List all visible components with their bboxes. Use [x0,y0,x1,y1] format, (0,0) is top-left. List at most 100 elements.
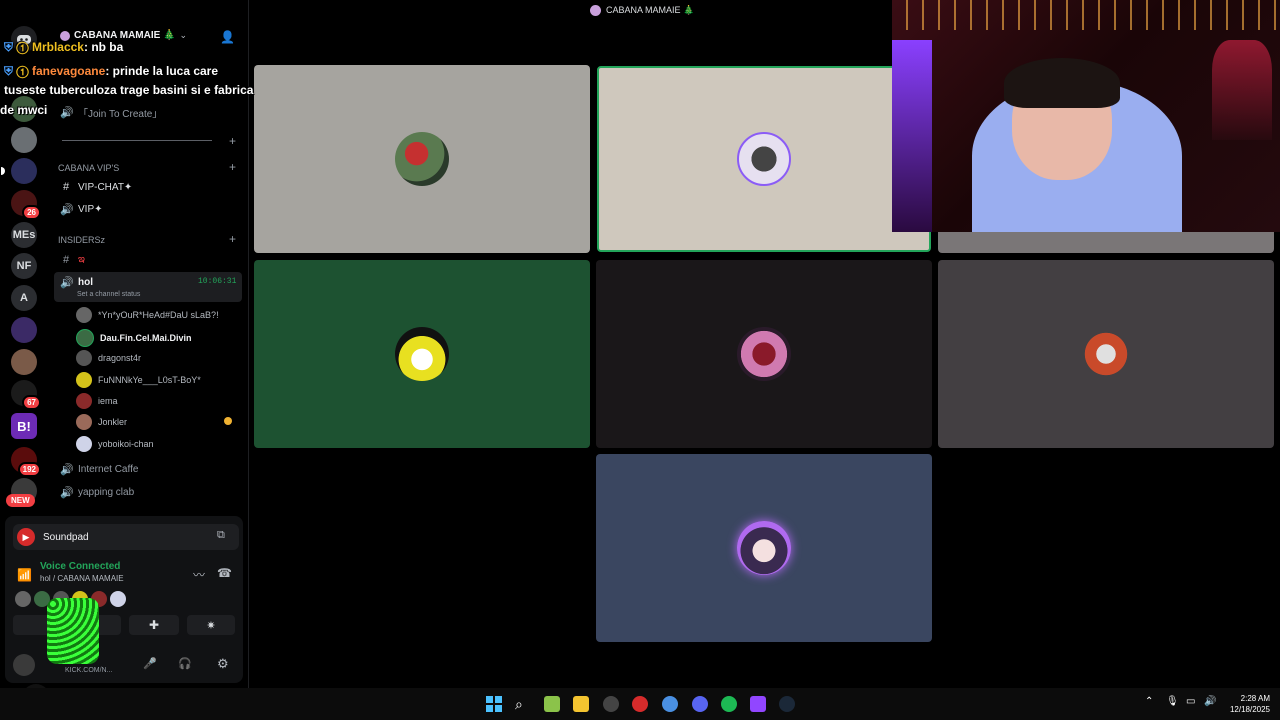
soundboard-button[interactable]: ✷ [187,615,235,635]
avatar [737,132,791,186]
voice-user[interactable]: iema [76,393,118,409]
server-icon-nf[interactable]: NF [11,253,37,279]
speaker-icon: 🔊 [60,277,74,289]
avatar [1079,327,1133,381]
voice-user[interactable]: FuNNNkYe___L0sT-BoY* [76,372,201,388]
overlay-sticker [47,598,99,664]
category-vip[interactable]: CABANA VIP'S [58,163,119,173]
server-icon[interactable]: 67 [11,380,41,410]
webcam-overlay [892,0,1280,232]
speaker-icon: 🔊 [60,107,74,119]
user-panel: ▶ Soundpad ⧉ 📶 Voice Connected hol / CAB… [5,516,243,683]
soundpad-label: Soundpad [43,531,89,543]
server-icon[interactable]: 192 [11,447,41,477]
apps-icon: ✚ [148,618,160,632]
server-icon[interactable] [1,158,37,184]
network-icon[interactable]: ▭ [1186,696,1195,707]
voice-channel-internet-caffe[interactable]: 🔊 Internet Caffe [60,463,138,476]
discord-icon[interactable] [692,696,708,712]
chrome-icon[interactable] [662,696,678,712]
chat-message-continued: de mwci [0,103,48,117]
participant-tile[interactable] [938,232,1274,253]
voice-user[interactable]: Jonkler [76,414,127,430]
app-icon[interactable] [544,696,560,712]
headphones-icon[interactable]: 🎧 [178,657,192,670]
notification-badge: 26 [22,205,41,220]
microphone-icon[interactable]: 🎤 [143,657,157,670]
text-channel-vip-chat[interactable]: # VIP-CHAT✦ [60,181,132,193]
participant-tile[interactable] [254,260,590,448]
noise-suppression-icon[interactable]: 〰 [193,566,205,583]
microphone-icon[interactable]: 🎙 [1166,696,1179,707]
voice-channel-hol[interactable]: 🔊 hol [60,276,93,289]
soundpad-activity[interactable]: ▶ Soundpad [13,524,239,550]
voice-user[interactable]: *Yn*yOuR*HeAd#DaU sLaB?! [76,307,219,323]
channel-status[interactable]: Set a channel status [77,291,140,298]
voice-connected-label[interactable]: Voice Connected [40,561,120,572]
participant-tile-speaking[interactable] [597,66,931,252]
volume-icon[interactable]: 🔊 [1204,696,1216,707]
steam-icon[interactable] [779,696,795,712]
christmas-tree [1212,40,1272,140]
chat-badge-icon: ① [16,64,29,78]
voice-channel-yapping-clab[interactable]: 🔊 yapping clab [60,486,134,499]
server-icon-a[interactable]: A [11,285,37,311]
new-badge: NEW [6,494,35,507]
participant-tile[interactable] [254,65,590,253]
voice-user[interactable]: dragonst4r [76,350,141,366]
windows-taskbar: ⌕ ⌃ 🎙 ▭ 🔊 2:28 AM 12/18/2025 [0,688,1280,720]
add-friend-icon[interactable]: 👤 [220,30,235,44]
chat-message: ⛨ ① fanevagoane: prinde la luca care [4,64,219,78]
obs-icon[interactable] [603,696,619,712]
participant-tile[interactable] [596,260,932,448]
voice-channel-vip[interactable]: 🔊 VIP✦ [60,203,103,216]
server-icon-b[interactable]: B! [11,413,37,439]
disconnect-icon[interactable]: ☎ [217,566,232,580]
speaker-icon: 🔊 [60,204,74,216]
add-channel-icon[interactable]: + [229,232,236,246]
file-explorer-icon[interactable] [573,696,589,712]
category-insiders[interactable]: INSIDERSz [58,235,105,245]
search-icon[interactable]: ⌕ [515,696,531,712]
hash-icon: # [62,254,70,266]
fairy-lights [892,0,1280,30]
add-channel-icon[interactable]: + [229,160,236,174]
soundpad-icon[interactable] [632,696,648,712]
app-icon[interactable] [750,696,766,712]
avatar [76,414,92,430]
avatar [737,327,791,381]
voice-user[interactable]: yoboikoi-chan [76,436,154,452]
avatar[interactable] [13,654,35,676]
server-icon[interactable] [11,127,37,153]
server-icon[interactable] [11,349,37,375]
activities-button[interactable]: ✚ [129,615,179,635]
settings-gear-icon[interactable]: ⚙ [217,656,229,672]
speaker-icon: 🔊 [60,487,74,499]
speaker-icon: 🔊 [60,464,74,476]
streaming-indicator-icon [224,417,232,425]
avatar [395,132,449,186]
chat-message-continued: tuseste tuberculoza trage basini si e fa… [4,83,254,97]
avatar [395,327,449,381]
chevron-up-icon[interactable]: ⌃ [1145,696,1153,707]
server-icon[interactable] [11,317,37,343]
user-status: KICK.COM/N... [65,667,113,674]
soundboard-icon: ✷ [206,619,216,632]
participant-tile[interactable] [596,454,932,642]
popout-icon[interactable]: ⧉ [217,529,225,542]
voice-location[interactable]: hol / CABANA MAMAIE [40,574,124,583]
server-avatar-icon [590,5,601,16]
chat-message: ⛨ ① Mrblacck: nb ba [4,40,124,54]
participant-tile[interactable] [938,260,1274,448]
server-icon-mes[interactable]: MEs [11,222,37,248]
voice-user[interactable]: Dau.Fin.Cel.Mai.Divin [76,329,192,347]
text-channel-insiders[interactable]: # ఇ [60,253,85,267]
windows-start-icon[interactable] [486,696,502,712]
server-icon[interactable]: 26 [11,190,41,220]
clock[interactable]: 2:28 AM 12/18/2025 [1226,693,1270,715]
add-channel-icon[interactable]: + [229,134,236,148]
chevron-down-icon: ⌄ [179,30,188,40]
voice-channel-join-to-create[interactable]: 🔊 「Join To Create」 [60,105,162,120]
spotify-icon[interactable] [721,696,737,712]
notification-badge: 192 [17,462,41,477]
